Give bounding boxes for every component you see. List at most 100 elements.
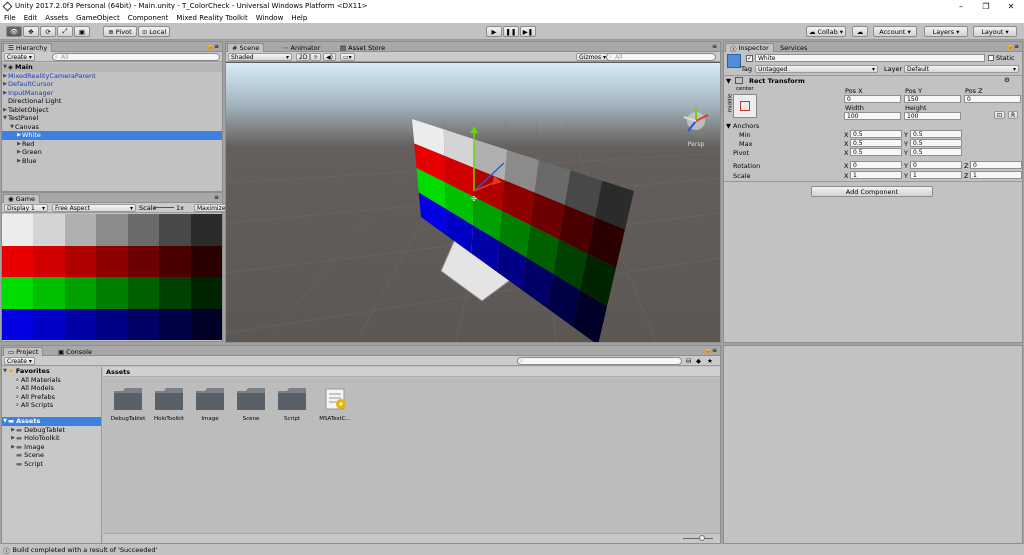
- panel-menu-icon[interactable]: 🔒≡: [1007, 43, 1020, 50]
- 2d-toggle[interactable]: 2D: [296, 53, 311, 61]
- posy-field[interactable]: 150: [904, 95, 961, 103]
- menu-component[interactable]: Component: [128, 14, 169, 22]
- anchor-max-y-field[interactable]: 0.5: [910, 139, 962, 147]
- hand-tool-button[interactable]: 👁: [6, 26, 22, 37]
- pivot-x-field[interactable]: 0.5: [850, 148, 902, 156]
- asset-folder-row[interactable]: ▶ ▬ Image: [2, 443, 101, 452]
- posx-field[interactable]: 0: [844, 95, 901, 103]
- raw-edit-button[interactable]: R: [1008, 111, 1019, 119]
- project-create-button[interactable]: Create ▾: [4, 357, 35, 365]
- hierarchy-item[interactable]: ▶ InputManager: [2, 89, 222, 98]
- object-name-field[interactable]: White: [755, 54, 985, 62]
- menu-assets[interactable]: Assets: [45, 14, 68, 22]
- anchor-max-x-field[interactable]: 0.5: [850, 139, 902, 147]
- filter-label-icon[interactable]: ◆: [696, 357, 701, 365]
- scale-tool-button[interactable]: ⤢: [57, 26, 73, 37]
- hierarchy-item[interactable]: ▶ MixedRealityCameraParent: [2, 72, 222, 81]
- favorite-star-icon[interactable]: ★: [707, 357, 713, 365]
- play-button[interactable]: ▶: [486, 26, 502, 37]
- scale-y-field[interactable]: 1: [910, 171, 962, 179]
- tab-animator[interactable]: ⋯ Animator: [278, 43, 324, 52]
- height-field[interactable]: 100: [904, 112, 961, 120]
- menu-file[interactable]: File: [4, 14, 16, 22]
- folder-icon[interactable]: [277, 386, 307, 412]
- rotate-tool-button[interactable]: ⟳: [40, 26, 56, 37]
- minimize-button[interactable]: –: [950, 0, 972, 12]
- tab-game[interactable]: ◉ Game: [3, 194, 41, 203]
- menu-help[interactable]: Help: [291, 14, 307, 22]
- panel-menu-icon[interactable]: 🔒≡: [207, 43, 220, 50]
- width-field[interactable]: 100: [844, 112, 901, 120]
- scene-viewport[interactable]: ✣ Persp: [226, 63, 720, 342]
- shading-mode-dropdown[interactable]: Shaded ▾: [228, 53, 292, 61]
- folder-icon[interactable]: [113, 386, 143, 412]
- cloud-services-button[interactable]: ☁: [852, 26, 868, 37]
- collab-button[interactable]: ☁ Collab ▾: [806, 26, 846, 37]
- menu-window[interactable]: Window: [256, 14, 284, 22]
- account-dropdown[interactable]: Account ▾: [873, 26, 917, 37]
- tab-asset-store[interactable]: ▤ Asset Store: [336, 43, 389, 52]
- pause-button[interactable]: ❚❚: [503, 26, 519, 37]
- lighting-toggle[interactable]: ☼: [310, 53, 322, 61]
- rotation-x-field[interactable]: 0: [850, 161, 902, 169]
- hierarchy-item[interactable]: ▶ Blue: [2, 157, 222, 166]
- filter-type-icon[interactable]: ⛁: [686, 357, 691, 365]
- asset-folder-row[interactable]: ▶ ▬ HoloToolkit: [2, 434, 101, 443]
- display-dropdown[interactable]: Display 1 ▾: [4, 204, 48, 212]
- folder-icon[interactable]: [236, 386, 266, 412]
- active-checkbox[interactable]: ✓: [746, 55, 753, 62]
- asset-folder-row[interactable]: ▬ Script: [2, 460, 101, 469]
- anchor-min-x-field[interactable]: 0.5: [850, 130, 902, 138]
- close-button[interactable]: ✕: [1000, 0, 1022, 12]
- menu-edit[interactable]: Edit: [24, 14, 38, 22]
- icon-size-slider[interactable]: [683, 538, 713, 539]
- hierarchy-item[interactable]: ▶ White: [2, 131, 222, 140]
- pivot-y-field[interactable]: 0.5: [910, 148, 962, 156]
- hierarchy-item[interactable]: ▼ TestPanel: [2, 114, 222, 123]
- posz-field[interactable]: 0: [964, 95, 1021, 103]
- step-button[interactable]: ▶❚: [520, 26, 536, 37]
- tab-inspector[interactable]: ⓘ Inspector: [725, 43, 774, 53]
- panel-menu-icon[interactable]: ≡: [214, 194, 219, 201]
- hierarchy-item[interactable]: ▶ TabletObject: [2, 106, 222, 115]
- scale-x-field[interactable]: 1: [850, 171, 902, 179]
- project-search-input[interactable]: ⌕: [517, 357, 682, 365]
- status-message[interactable]: Build completed with a result of 'Succee…: [13, 546, 158, 554]
- panel-menu-icon[interactable]: ≡: [712, 43, 717, 50]
- anchor-preset-button[interactable]: [733, 94, 757, 118]
- hierarchy-item[interactable]: ▶ DefaultCursor: [2, 80, 222, 89]
- aspect-dropdown[interactable]: Free Aspect ▾: [52, 204, 136, 212]
- assets-root-row[interactable]: ▼ ▬ Assets: [2, 417, 101, 426]
- tab-hierarchy[interactable]: ☰ Hierarchy: [3, 43, 53, 52]
- static-checkbox[interactable]: [988, 55, 994, 61]
- add-component-button[interactable]: Add Component: [811, 186, 933, 197]
- scale-slider[interactable]: [154, 207, 174, 208]
- collapse-arrow-icon[interactable]: ▼: [726, 77, 731, 85]
- game-view[interactable]: [2, 214, 222, 341]
- layer-dropdown[interactable]: Default ▾: [904, 65, 1019, 73]
- tab-project[interactable]: ▭ Project: [3, 347, 44, 356]
- tab-console[interactable]: ▣ Console: [54, 347, 96, 356]
- blueprint-mode-button[interactable]: ⊡: [994, 111, 1006, 119]
- scene-row[interactable]: ▼ ◈ Main: [2, 63, 222, 72]
- rotation-y-field[interactable]: 0: [910, 161, 962, 169]
- local-button[interactable]: ⊙ Local: [138, 26, 170, 37]
- menu-mixed-reality-toolkit[interactable]: Mixed Reality Toolkit: [176, 14, 247, 22]
- panel-menu-icon[interactable]: 🔒≡: [705, 347, 718, 354]
- hierarchy-item[interactable]: ▶ Red: [2, 140, 222, 149]
- layers-dropdown[interactable]: Layers ▾: [924, 26, 968, 37]
- folder-icon[interactable]: [154, 386, 184, 412]
- asset-folder-row[interactable]: ▶ ▬ DebugTablet: [2, 426, 101, 435]
- scale-z-field[interactable]: 1: [970, 171, 1022, 179]
- scene-search-input[interactable]: ⌕ All: [606, 53, 716, 61]
- layout-dropdown[interactable]: Layout ▾: [973, 26, 1017, 37]
- favorites-row[interactable]: ▼ ★ Favorites: [2, 367, 101, 376]
- favorite-item[interactable]: ⌕ All Scripts: [2, 401, 101, 410]
- move-tool-button[interactable]: ✥: [23, 26, 39, 37]
- component-settings-icon[interactable]: ⚙: [1004, 76, 1010, 84]
- rotation-z-field[interactable]: 0: [970, 161, 1022, 169]
- script-file-icon[interactable]: #: [320, 386, 350, 412]
- tag-dropdown[interactable]: Untagged ▾: [755, 65, 878, 73]
- hierarchy-search-input[interactable]: ⌕ All: [52, 53, 220, 61]
- folder-icon[interactable]: [195, 386, 225, 412]
